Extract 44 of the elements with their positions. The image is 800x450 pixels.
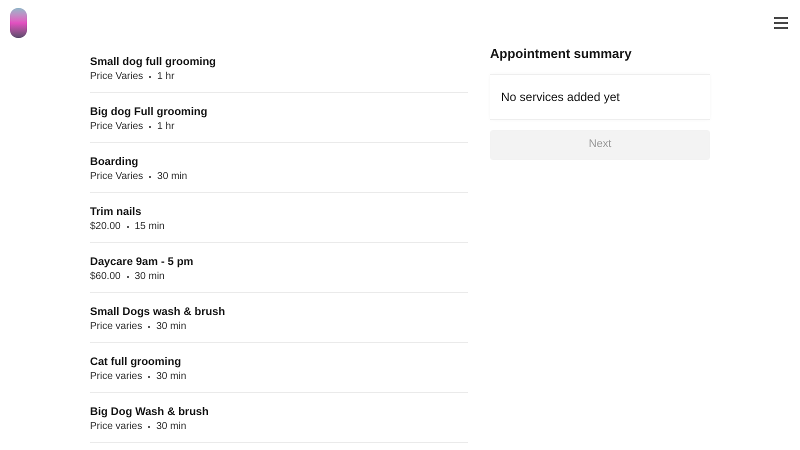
service-item[interactable]: Small Dogs wash & brush Price varies 30 min <box>90 293 468 343</box>
summary-title: Appointment summary <box>490 45 632 63</box>
service-name: Trim nails <box>90 204 142 220</box>
service-name: Daycare 9am - 5 pm <box>90 254 194 270</box>
menu-icon[interactable] <box>774 16 788 28</box>
dot-separator-icon <box>148 326 150 328</box>
service-duration: 15 min <box>134 220 165 234</box>
service-item[interactable]: Boarding Price Varies 30 min <box>90 143 468 193</box>
service-price: Price varies <box>90 370 142 384</box>
service-duration: 1 hr <box>157 120 174 134</box>
service-name: Small dog full grooming <box>90 54 216 70</box>
service-item[interactable]: Daycare 9am - 5 pm $60.00 30 min <box>90 243 468 293</box>
service-name: Cat full grooming <box>90 354 182 370</box>
service-duration: 30 min <box>156 370 186 384</box>
service-name: Big Dog Wash & brush <box>90 404 209 420</box>
service-name: Boarding <box>90 154 138 170</box>
dot-separator-icon <box>149 76 152 78</box>
service-price: $20.00 <box>90 220 121 234</box>
dot-separator-icon <box>149 176 152 178</box>
service-price: $60.00 <box>90 270 121 284</box>
dot-separator-icon <box>148 426 150 428</box>
dot-separator-icon <box>149 126 152 128</box>
logo-image[interactable] <box>10 8 27 38</box>
dot-separator-icon <box>148 376 150 378</box>
service-duration: 1 hr <box>157 70 174 84</box>
dot-separator-icon <box>126 276 129 278</box>
service-item[interactable]: Trim nails $20.00 15 min <box>90 193 468 243</box>
service-duration: 30 min <box>156 320 186 334</box>
service-price: Price Varies <box>90 120 144 134</box>
service-price: Price varies <box>90 420 142 434</box>
service-name: Small Dogs wash & brush <box>90 304 226 320</box>
service-item[interactable]: Cat full grooming Price varies 30 min <box>90 343 468 393</box>
service-name: Big dog Full grooming <box>90 104 208 120</box>
service-duration: 30 min <box>157 170 188 184</box>
service-price: Price varies <box>90 320 142 334</box>
service-duration: 30 min <box>156 420 186 434</box>
service-price: Price Varies <box>90 70 144 84</box>
service-item[interactable]: Big dog Full grooming Price Varies 1 hr <box>90 93 468 143</box>
empty-summary-text: No services added yet <box>501 90 620 104</box>
dot-separator-icon <box>126 226 129 228</box>
service-item[interactable]: Big Dog Wash & brush Price varies 30 min <box>90 393 468 443</box>
service-price: Price Varies <box>90 170 144 184</box>
service-duration: 30 min <box>134 270 165 284</box>
service-item[interactable]: Small dog full grooming Price Varies 1 hr <box>90 43 468 93</box>
